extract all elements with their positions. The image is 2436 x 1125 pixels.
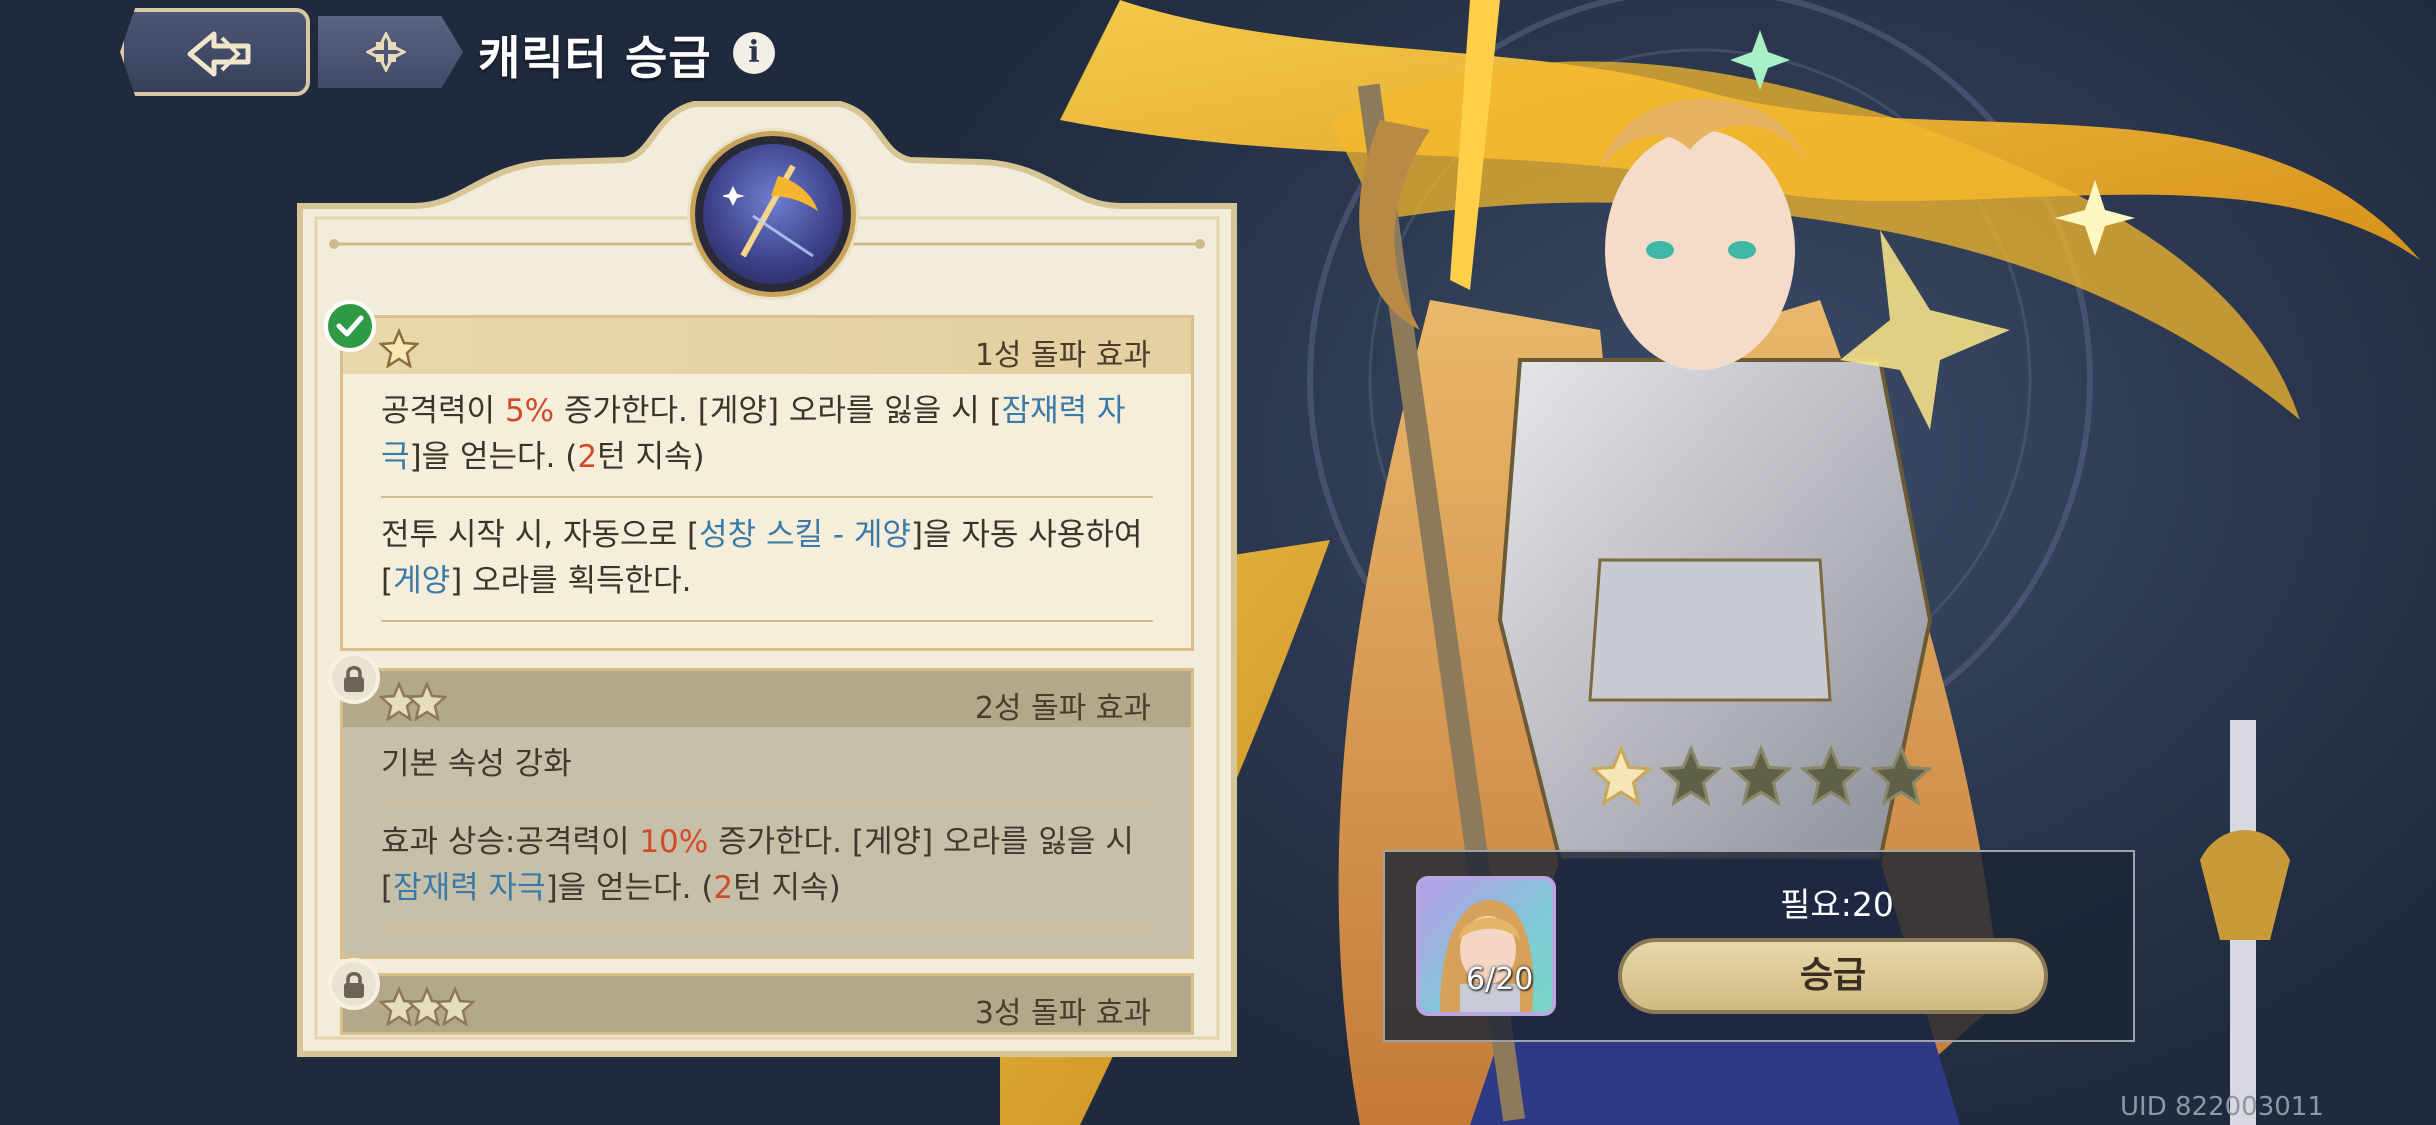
text-segment: ]을 얻는다. (: [409, 439, 578, 475]
text-segment: 기본 속성 강화: [381, 746, 572, 782]
highlight-text: 2: [577, 439, 598, 475]
star-icon: [407, 681, 447, 721]
highlight-text: 잠재력 자극: [393, 870, 546, 906]
text-segment: 공격력이: [381, 393, 505, 429]
locked-badge: [328, 652, 380, 704]
spear-banner-icon: [723, 164, 818, 258]
breakthrough-card-1: 1성 돌파 효과 공격력이 5% 증가한다. [게양] 오라를 잃을 시 [잠재…: [340, 315, 1194, 651]
menu-button[interactable]: [318, 16, 463, 88]
unlocked-badge: [324, 300, 376, 352]
star-icon: [435, 986, 475, 1026]
text-segment: 효과 상승:공격력이: [381, 824, 640, 860]
effect-description: 기본 속성 강화: [381, 727, 1153, 805]
text-segment: ] 오라를 획득한다.: [450, 563, 692, 599]
required-count-label: 필요:20: [1780, 885, 1894, 924]
info-icon[interactable]: i: [733, 32, 775, 74]
star-icon: [379, 328, 419, 368]
card-header: 2성 돌파 효과: [343, 671, 1191, 727]
check-icon: [336, 315, 364, 337]
star-empty-icon: [1730, 744, 1792, 806]
card-body: 기본 속성 강화효과 상승:공격력이 10% 증가한다. [게양] 오라를 잃을…: [343, 727, 1191, 929]
upgrade-button[interactable]: 승급: [1618, 938, 2048, 1014]
star-empty-icon: [1800, 744, 1862, 806]
skill-icon: [695, 136, 851, 292]
highlight-text: 게양: [393, 563, 451, 599]
card-header: 1성 돌파 효과: [343, 318, 1191, 374]
user-id: UID 822003011: [2120, 1092, 2324, 1122]
rank-stars: [1590, 744, 1932, 806]
lock-icon: [344, 972, 364, 998]
text-segment: ]을 얻는다. (: [545, 870, 714, 906]
star-rating: [379, 681, 447, 721]
effect-description: 전투 시작 시, 자동으로 [성창 스킬 - 게양]을 자동 사용하여 [게양]…: [381, 498, 1153, 622]
text-segment: 전투 시작 시, 자동으로 [: [381, 517, 700, 553]
star-empty-icon: [1660, 744, 1722, 806]
highlight-text: 2: [713, 870, 734, 906]
menu-grid-icon: [366, 32, 406, 72]
breakthrough-card-3: 3성 돌파 효과: [340, 973, 1194, 1035]
lock-icon: [344, 666, 364, 692]
highlight-text: 성창 스킬 - 게양: [699, 517, 911, 553]
card-title: 2성 돌파 효과: [974, 691, 1151, 726]
page-title: 캐릭터 승급: [478, 31, 712, 85]
locked-badge: [328, 958, 380, 1010]
highlight-text: 10%: [639, 824, 709, 860]
text-segment: 턴 지속): [733, 870, 841, 906]
back-button[interactable]: [120, 8, 310, 96]
text-segment: 턴 지속): [597, 439, 705, 475]
star-empty-icon: [1870, 744, 1932, 806]
star-rating: [379, 328, 419, 368]
card-header: 3성 돌파 효과: [343, 976, 1191, 1032]
star-filled-icon: [1590, 744, 1652, 806]
effect-description: 효과 상승:공격력이 10% 증가한다. [게양] 오라를 잃을 시 [잠재력 …: [381, 805, 1153, 929]
card-title: 3성 돌파 효과: [974, 996, 1151, 1031]
highlight-text: 5%: [504, 393, 555, 429]
effect-description: 공격력이 5% 증가한다. [게양] 오라를 잃을 시 [잠재력 자극]을 얻는…: [381, 374, 1153, 498]
text-segment: 증가한다. [게양] 오라를 잃을 시 [: [554, 393, 1002, 429]
star-rating: [379, 986, 475, 1026]
breakthrough-card-2: 2성 돌파 효과 기본 속성 강화효과 상승:공격력이 10% 증가한다. [게…: [340, 668, 1194, 959]
item-count: 6/20: [1466, 962, 1534, 997]
back-arrow-icon: [187, 31, 251, 77]
card-body: 공격력이 5% 증가한다. [게양] 오라를 잃을 시 [잠재력 자극]을 얻는…: [343, 374, 1191, 622]
card-title: 1성 돌파 효과: [974, 338, 1151, 373]
